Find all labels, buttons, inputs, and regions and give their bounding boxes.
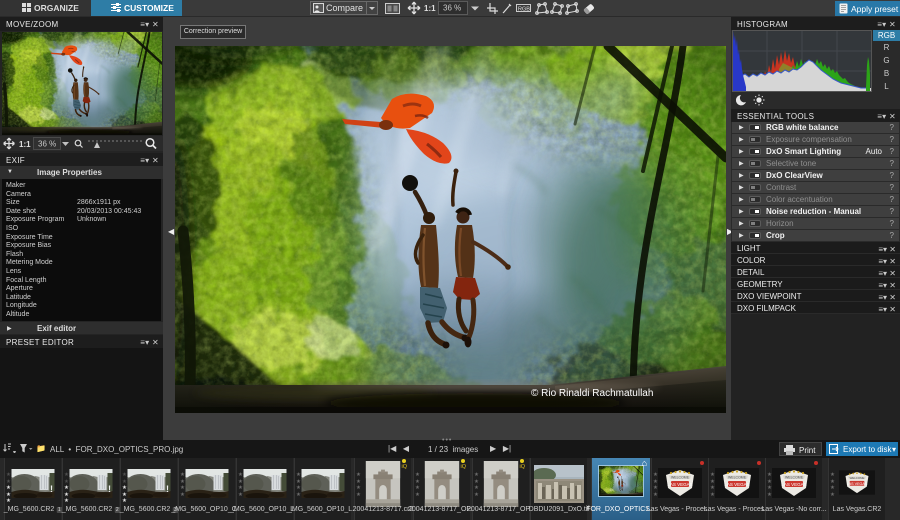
svg-text:RGB: RGB [518,7,530,13]
svg-text:1:1: 1:1 [19,140,31,149]
svg-text:Compare: Compare [326,3,363,13]
svg-text:36 %: 36 % [38,140,56,149]
svg-text:1:1: 1:1 [424,4,436,13]
svg-text:36 %: 36 % [443,4,461,13]
